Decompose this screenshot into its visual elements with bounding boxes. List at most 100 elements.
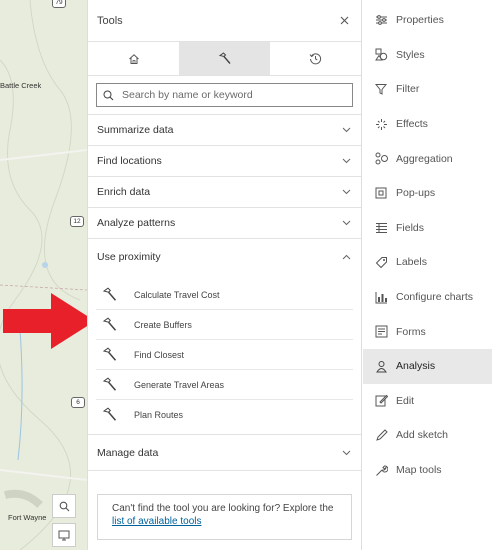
category-manage-data[interactable]: Manage data: [88, 435, 361, 471]
monitor-icon: [58, 530, 70, 540]
map-search-button[interactable]: [52, 494, 76, 518]
forms-icon: [374, 325, 388, 339]
chevron-up-icon: [342, 254, 351, 259]
analysis-icon: [374, 359, 388, 373]
sidebar-item-properties[interactable]: Properties: [363, 3, 492, 38]
sidebar-label: Pop-ups: [396, 187, 436, 200]
proximity-tool-list: Calculate Travel Cost Create Buffers Fin…: [88, 274, 361, 435]
tool-label: Find Closest: [134, 349, 185, 360]
category-label: Use proximity: [97, 250, 161, 263]
aggregation-icon: [374, 152, 388, 166]
chevron-down-icon: [342, 158, 351, 164]
sketch-icon: [374, 428, 388, 442]
sidebar-item-add-sketch[interactable]: Add sketch: [363, 418, 492, 453]
route-shield: 6: [71, 397, 85, 408]
sidebar-label: Map tools: [396, 464, 442, 477]
sidebar-label: Labels: [396, 256, 427, 269]
hammer-icon: [218, 51, 231, 64]
sidebar-label: Styles: [396, 48, 425, 61]
tools-tabs: [88, 41, 361, 76]
tool-find-closest[interactable]: Find Closest: [96, 340, 353, 370]
sidebar-item-filter[interactable]: Filter: [363, 72, 492, 107]
close-icon: [340, 16, 348, 25]
tool-calculate-travel-cost[interactable]: Calculate Travel Cost: [96, 280, 353, 310]
category-label: Find locations: [97, 155, 162, 167]
hammer-icon: [102, 377, 117, 391]
available-tools-link[interactable]: list of available tools: [112, 516, 202, 527]
search-box[interactable]: [96, 83, 353, 107]
category-analyze-patterns[interactable]: Analyze patterns: [88, 208, 361, 239]
tool-create-buffers[interactable]: Create Buffers: [96, 310, 353, 340]
sidebar-label: Forms: [396, 325, 426, 338]
styles-icon: [374, 48, 388, 62]
tool-notice: Can't find the tool you are looking for?…: [97, 494, 352, 540]
sidebar-label: Add sketch: [396, 429, 448, 442]
category-label: Enrich data: [97, 186, 151, 198]
route-shield: 12: [70, 216, 84, 227]
city-label: Fort Wayne: [8, 513, 47, 522]
tool-label: Plan Routes: [134, 410, 184, 420]
chevron-down-icon: [342, 220, 351, 226]
sidebar-label: Aggregation: [396, 152, 453, 165]
right-sidebar: Properties Styles Filter Effects Aggrega…: [363, 0, 492, 550]
tools-header: Tools: [88, 0, 361, 41]
category-use-proximity[interactable]: Use proximity: [88, 239, 361, 274]
sidebar-item-configure-charts[interactable]: Configure charts: [363, 280, 492, 315]
labels-icon: [374, 255, 388, 269]
category-find-locations[interactable]: Find locations: [88, 146, 361, 177]
sidebar-item-analysis[interactable]: Analysis: [363, 348, 492, 384]
edit-icon: [374, 394, 388, 408]
hammer-icon: [102, 407, 117, 421]
tool-label: Create Buffers: [134, 319, 192, 330]
search-icon: [103, 90, 114, 100]
sidebar-item-map-tools[interactable]: Map tools: [363, 453, 492, 488]
search-icon: [59, 501, 69, 511]
sidebar-label: Properties: [396, 14, 444, 27]
sidebar-label: Analysis: [396, 360, 436, 373]
close-button[interactable]: [336, 13, 352, 29]
sidebar-item-aggregation[interactable]: Aggregation: [363, 141, 492, 176]
chevron-down-icon: [342, 127, 351, 133]
hammer-icon: [102, 317, 117, 331]
map-view[interactable]: 79 Battle Creek 12 6 Fort Wayne: [0, 0, 87, 550]
tab-home[interactable]: [88, 42, 179, 75]
category-list: Summarize data Find locations Enrich dat…: [88, 114, 361, 471]
tab-history[interactable]: [270, 42, 361, 75]
fields-icon: [374, 221, 388, 235]
home-icon: [128, 53, 139, 64]
tab-tools[interactable]: [179, 42, 270, 75]
notice-text: Can't find the tool you are looking for?…: [112, 503, 334, 514]
charts-icon: [374, 290, 388, 304]
sidebar-item-effects[interactable]: Effects: [363, 107, 492, 142]
sidebar-item-styles[interactable]: Styles: [363, 38, 492, 73]
search-input[interactable]: [122, 89, 346, 101]
sidebar-item-labels[interactable]: Labels: [363, 245, 492, 280]
search-wrapper: [88, 76, 361, 114]
tool-label: Calculate Travel Cost: [134, 289, 220, 300]
map-tools-icon: [374, 463, 388, 477]
tool-generate-travel-areas[interactable]: Generate Travel Areas: [96, 370, 353, 400]
filter-icon: [374, 82, 388, 96]
category-enrich-data[interactable]: Enrich data: [88, 177, 361, 208]
sidebar-label: Edit: [396, 394, 415, 407]
sidebar-label: Effects: [396, 118, 428, 131]
sidebar-item-fields[interactable]: Fields: [363, 211, 492, 246]
red-arrow-annotation: [3, 293, 87, 349]
category-label: Analyze patterns: [97, 217, 176, 229]
sidebar-item-forms[interactable]: Forms: [363, 314, 492, 349]
sidebar-item-popups[interactable]: Pop-ups: [363, 176, 492, 211]
sidebar-item-edit[interactable]: Edit: [363, 384, 492, 419]
chevron-down-icon: [342, 189, 351, 195]
chevron-down-icon: [342, 450, 351, 455]
properties-icon: [374, 13, 388, 27]
panel-title: Tools: [97, 14, 123, 27]
map-screen-button[interactable]: [52, 523, 76, 547]
sidebar-label: Filter: [396, 83, 420, 96]
category-summarize-data[interactable]: Summarize data: [88, 115, 361, 146]
category-label: Manage data: [97, 446, 159, 459]
effects-icon: [374, 117, 388, 131]
hammer-icon: [102, 347, 117, 361]
sidebar-label: Fields: [396, 221, 425, 234]
category-label: Summarize data: [97, 124, 174, 136]
tool-plan-routes[interactable]: Plan Routes: [96, 400, 353, 430]
